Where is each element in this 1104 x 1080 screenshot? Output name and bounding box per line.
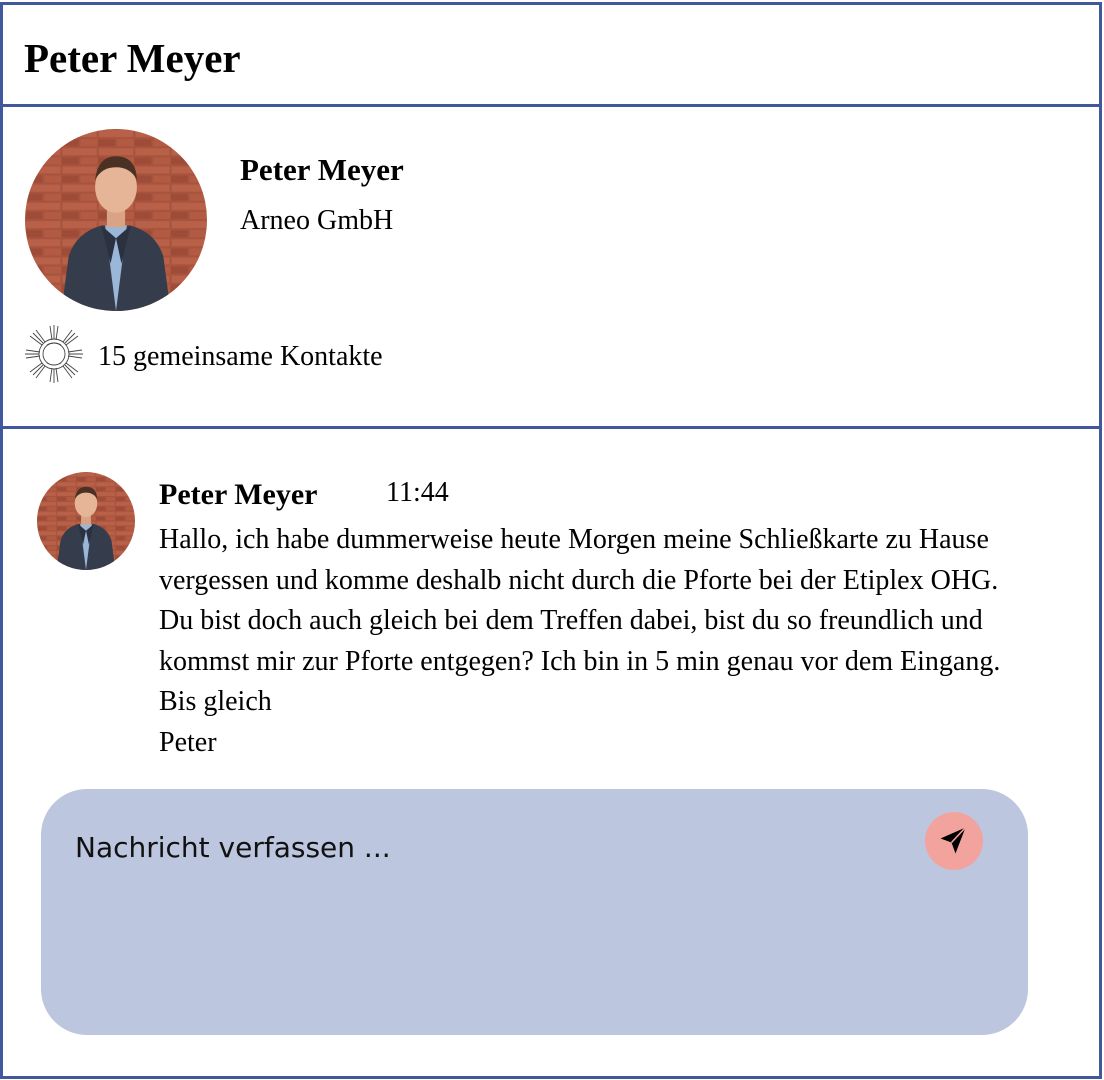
message-line: Peter (159, 726, 217, 758)
profile-company: Arneo GmbH (240, 205, 394, 236)
page-title: Peter Meyer (24, 35, 241, 81)
message-line: Hallo, ich habe dummerweise heute Morgen… (159, 524, 989, 555)
avatar[interactable] (25, 129, 207, 311)
message-line: Du bist doch auch gleich bei dem Treffen… (159, 605, 983, 636)
profile-photo-image (25, 129, 207, 311)
message-line: Bis gleich (159, 686, 272, 717)
message-sender-name: Peter Meyer (159, 478, 318, 511)
chat-window: Peter Meyer Peter Meyer Arneo GmbH 15 ge… (0, 2, 1102, 1079)
message-avatar[interactable] (37, 472, 135, 570)
paper-plane-icon (940, 826, 967, 854)
profile-name: Peter Meyer (240, 152, 404, 187)
mutual-contacts-text: 15 gemeinsame Kontakte (98, 341, 383, 372)
message-timestamp: 11:44 (386, 477, 449, 508)
chat-header: Peter Meyer (3, 5, 1099, 107)
compose-input[interactable] (75, 825, 895, 869)
sender-photo-image (37, 472, 135, 570)
message-line: vergessen und komme deshalb nicht durch … (159, 564, 999, 596)
profile-card: Peter Meyer Arneo GmbH 15 gemeinsame Kon… (3, 107, 1099, 429)
message-body: Hallo, ich habe dummerweise heute Morgen… (159, 520, 1079, 763)
send-button[interactable] (925, 812, 983, 870)
message-line: kommst mir zur Pforte entgegen? Ich bin … (159, 645, 1001, 677)
compose-box[interactable] (41, 789, 1028, 1035)
connected-hands-icon (25, 325, 83, 383)
